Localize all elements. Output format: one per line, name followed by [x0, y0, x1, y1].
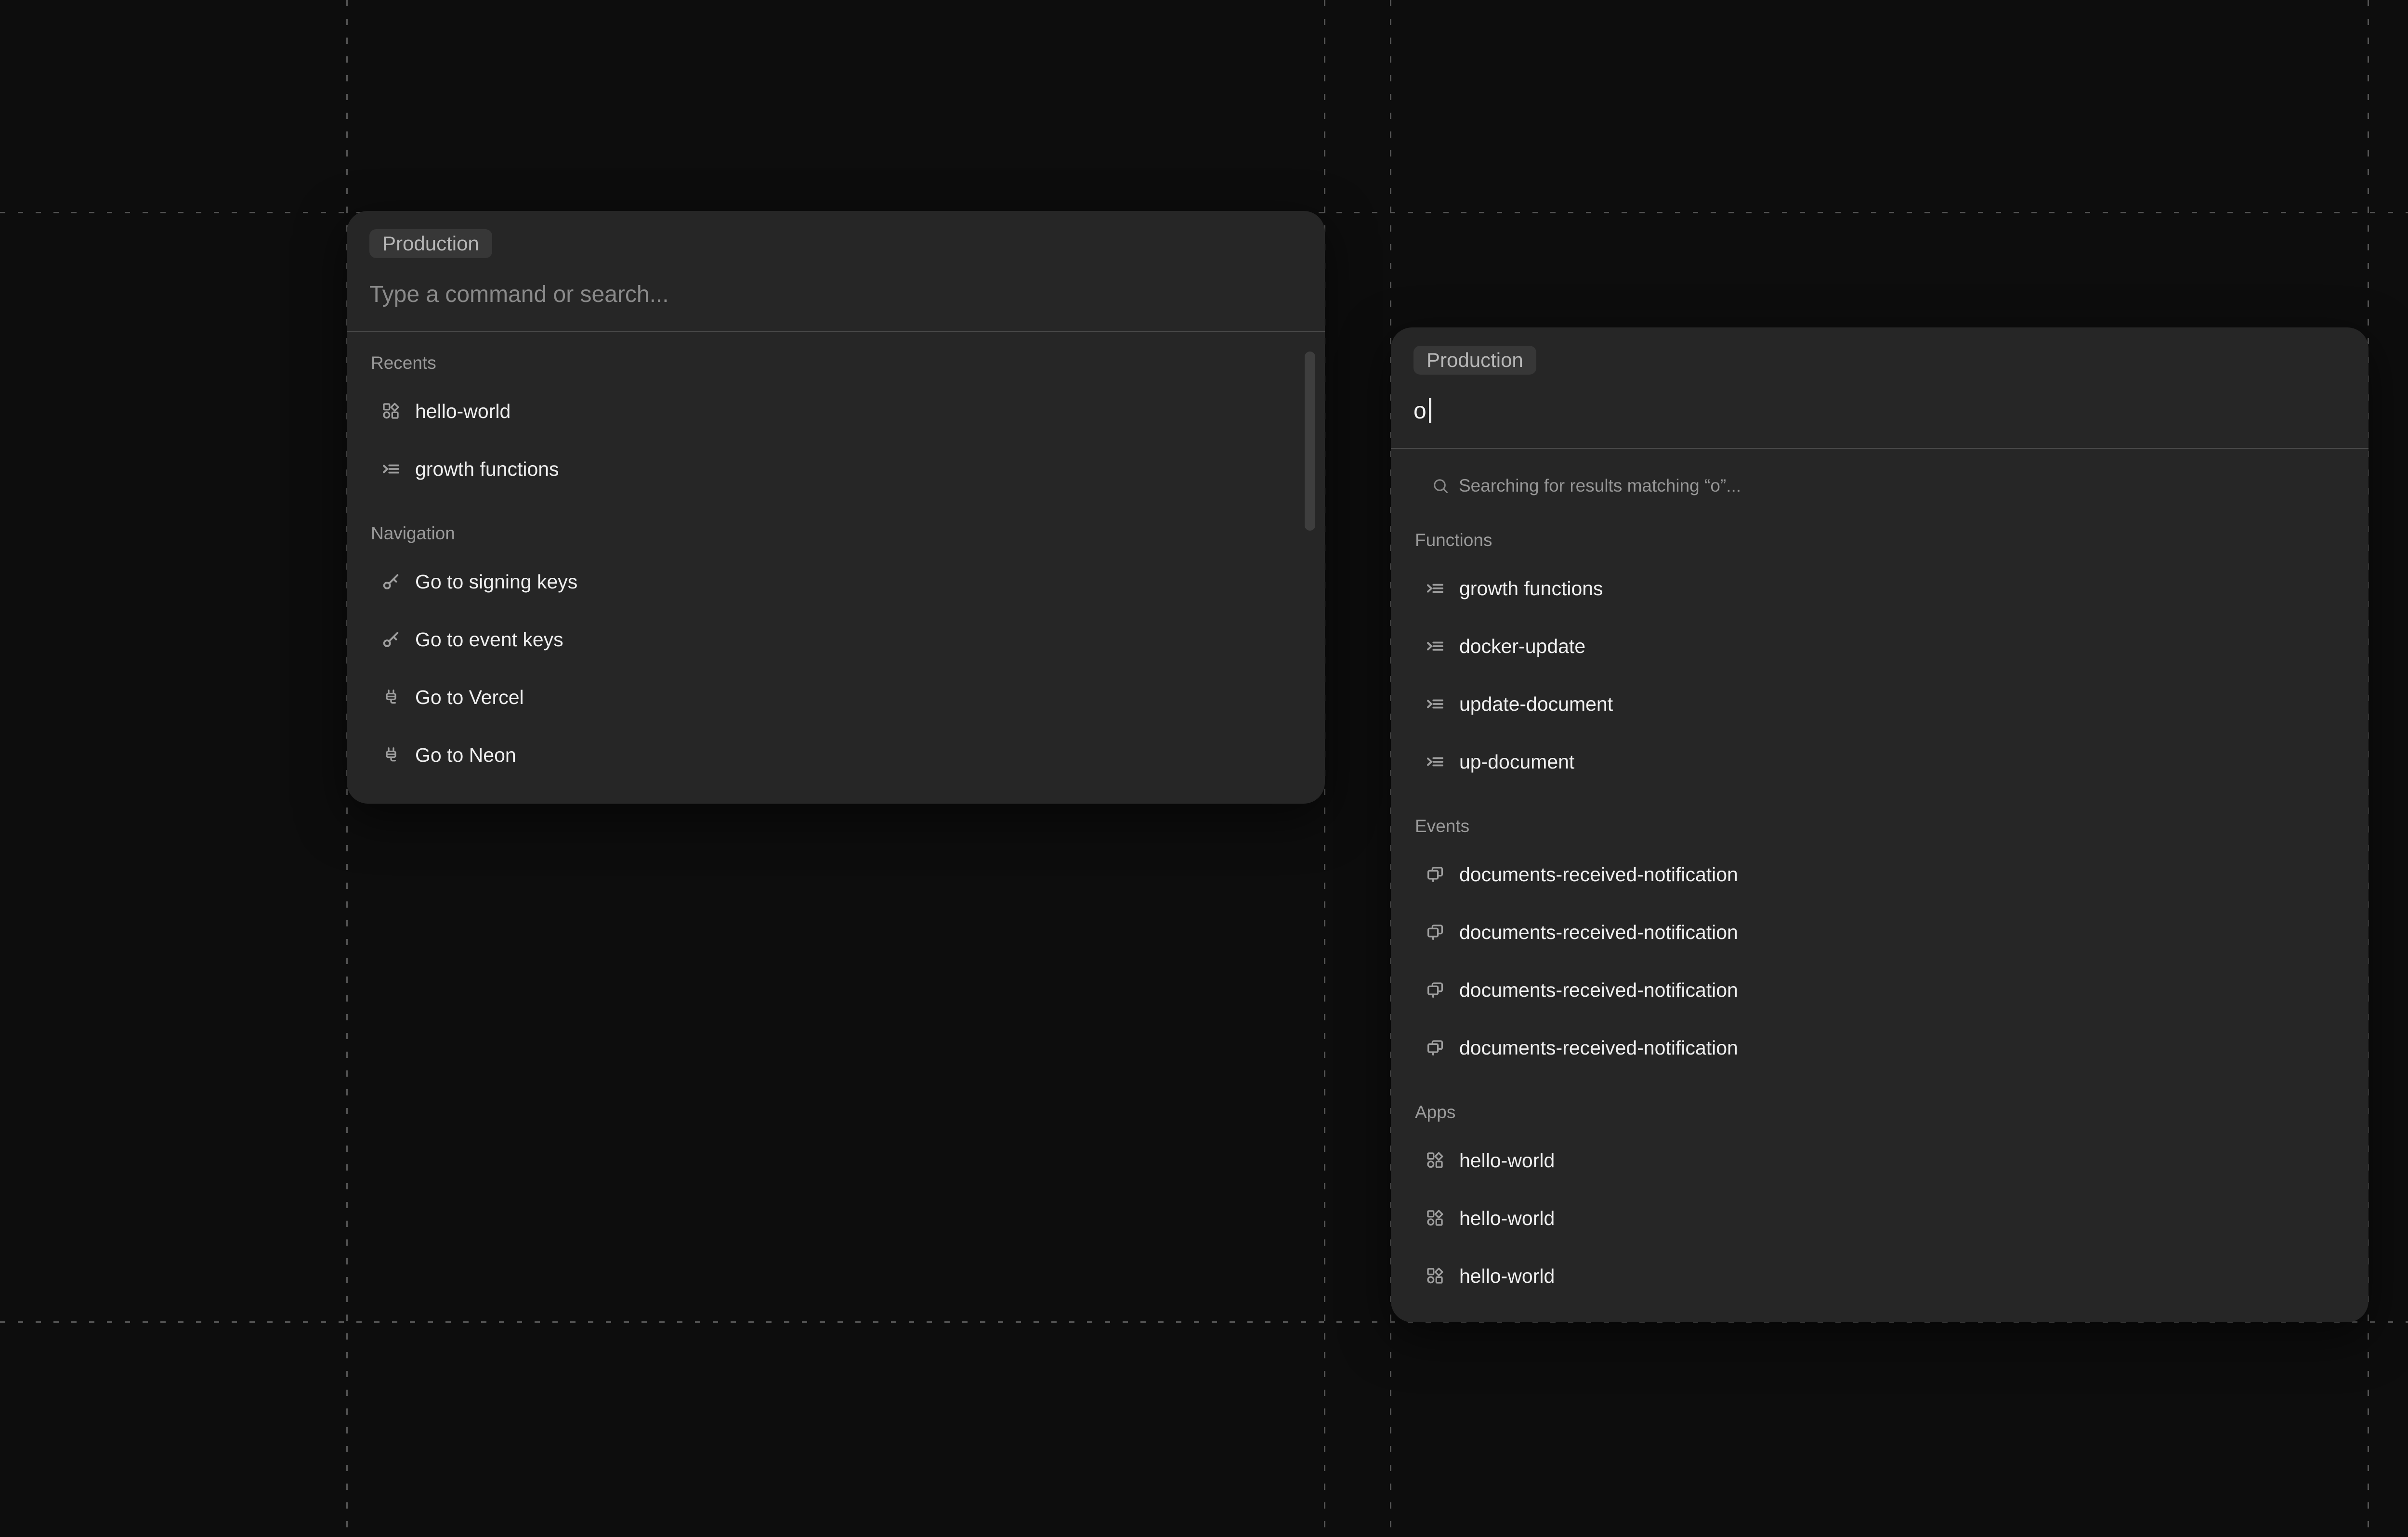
list-item[interactable]: documents-received-notification — [1391, 903, 2369, 961]
section-header: Navigation — [347, 517, 1325, 550]
section-header: Events — [1391, 810, 2369, 843]
list-item[interactable]: documents-received-notification — [1391, 961, 2369, 1019]
command-input[interactable]: o — [1413, 396, 2344, 426]
palette-header: Production Type a command or search... — [347, 211, 1325, 332]
list-item[interactable]: growth functions — [347, 440, 1325, 498]
list-item[interactable]: Go to Neon — [347, 726, 1325, 784]
list-item[interactable]: Go to signing keys — [347, 553, 1325, 611]
list-item-label: update-document — [1459, 693, 1613, 716]
environment-badge-label: Production — [1426, 349, 1523, 372]
function-icon — [1426, 579, 1445, 598]
list-item-label: documents-received-notification — [1459, 921, 1738, 944]
list-item[interactable]: docker-update — [1391, 617, 2369, 675]
list-item-label: Go to Vercel — [415, 686, 524, 709]
list-item[interactable]: Go to Vercel — [347, 668, 1325, 726]
palette-header: Production o — [1391, 327, 2369, 449]
key-icon — [381, 630, 401, 649]
list-item-label: growth functions — [1459, 577, 1603, 600]
function-icon — [381, 459, 401, 479]
list-item-label: hello-world — [415, 400, 510, 423]
list-item-label: hello-world — [1459, 1207, 1555, 1230]
section-header: Functions — [1391, 524, 2369, 557]
list-item[interactable]: documents-received-notification — [1391, 1019, 2369, 1077]
environment-badge-label: Production — [382, 232, 479, 255]
app-icon — [1426, 1209, 1445, 1228]
list-item[interactable]: Go to event keys — [347, 611, 1325, 668]
event-icon — [1426, 980, 1445, 1000]
list-item[interactable]: documents-received-notification — [1391, 846, 2369, 903]
app-icon — [381, 402, 401, 421]
command-palette-searching: Production o Searching for results match… — [1391, 327, 2369, 1322]
plug-icon — [381, 688, 401, 707]
list-item[interactable]: update-document — [1391, 675, 2369, 733]
list-item-label: documents-received-notification — [1459, 1037, 1738, 1059]
list-item[interactable]: hello-world — [347, 382, 1325, 440]
event-icon — [1426, 1038, 1445, 1057]
list-item[interactable]: hello-world — [1391, 1189, 2369, 1247]
list-item[interactable]: hello-world — [1391, 1132, 2369, 1189]
list-item-label: hello-world — [1459, 1265, 1555, 1288]
list-item-label: Go to event keys — [415, 628, 563, 651]
scrollbar-thumb[interactable] — [1305, 352, 1315, 531]
search-status-row: Searching for results matching “o”... — [1391, 457, 2369, 515]
list-item-label: Go to Neon — [415, 744, 516, 767]
key-icon — [381, 572, 401, 591]
section-header: Recents — [347, 347, 1325, 379]
environment-badge: Production — [369, 229, 492, 258]
event-icon — [1426, 923, 1445, 942]
list-item-label: up-document — [1459, 751, 1574, 773]
section-header: Apps — [1391, 1096, 2369, 1129]
command-input[interactable]: Type a command or search... — [369, 279, 1301, 309]
search-status-text: Searching for results matching “o”... — [1459, 476, 1741, 496]
text-cursor — [1429, 398, 1431, 423]
list-item-label: docker-update — [1459, 635, 1585, 658]
function-icon — [1426, 694, 1445, 714]
list-item-label: growth functions — [415, 458, 559, 481]
list-item[interactable]: hello-world — [1391, 1247, 2369, 1305]
command-input-placeholder: Type a command or search... — [369, 281, 669, 308]
event-icon — [1426, 865, 1445, 884]
function-icon — [1426, 637, 1445, 656]
list-item-label: hello-world — [1459, 1149, 1555, 1172]
function-icon — [1426, 752, 1445, 771]
command-list: Recents hello-world growth functions Nav… — [347, 347, 1325, 784]
list-item-label: Go to signing keys — [415, 571, 577, 593]
environment-badge: Production — [1413, 346, 1536, 375]
list-item[interactable]: up-document — [1391, 733, 2369, 791]
app-icon — [1426, 1266, 1445, 1286]
list-item[interactable]: growth functions — [1391, 560, 2369, 617]
plug-icon — [381, 745, 401, 765]
command-palette-default: Production Type a command or search... R… — [347, 211, 1325, 804]
list-item-label: documents-received-notification — [1459, 979, 1738, 1002]
command-input-value: o — [1413, 398, 1426, 424]
command-list: Searching for results matching “o”... Fu… — [1391, 457, 2369, 1305]
list-item-label: documents-received-notification — [1459, 863, 1738, 886]
app-icon — [1426, 1151, 1445, 1170]
search-icon — [1432, 477, 1449, 495]
